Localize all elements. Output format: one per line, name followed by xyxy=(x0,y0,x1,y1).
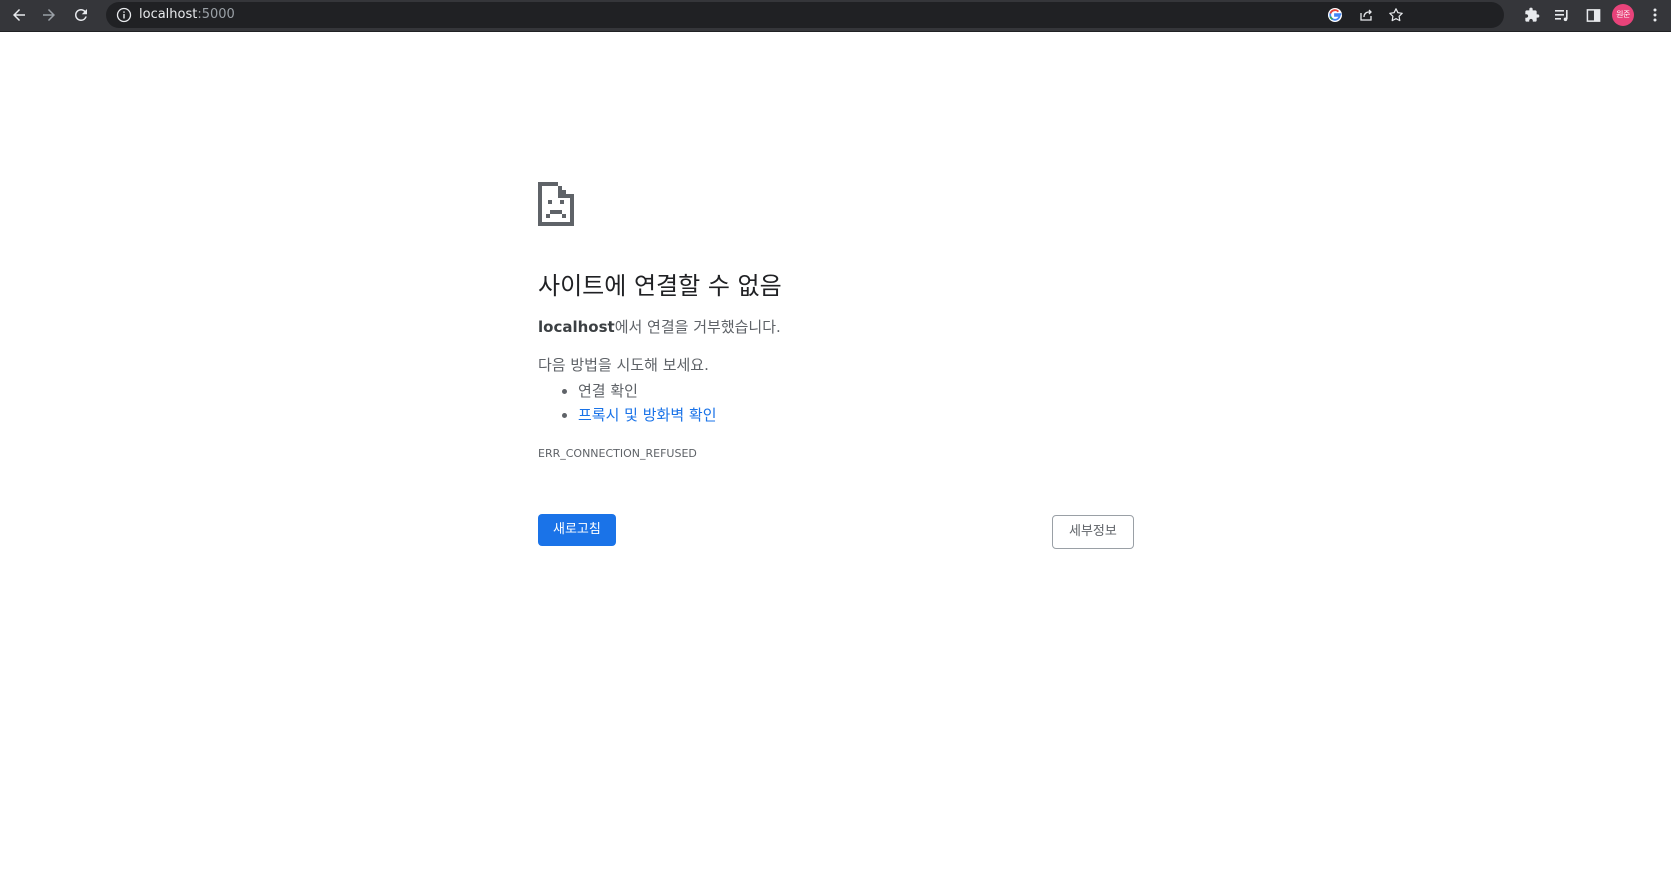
side-panel-button[interactable] xyxy=(1581,3,1605,27)
reload-icon xyxy=(75,8,87,21)
back-icon xyxy=(13,9,25,21)
extensions-button[interactable] xyxy=(1520,3,1544,27)
reading-list-icon xyxy=(1555,10,1568,22)
share-icon[interactable] xyxy=(1358,7,1374,23)
error-page: 사이트에 연결할 수 없음 localhost에서 연결을 거부했습니다. 다음… xyxy=(538,182,1138,550)
proxy-firewall-link[interactable]: 프록시 및 방화벽 확인 xyxy=(578,406,717,424)
forward-icon xyxy=(43,9,55,21)
suggestions-list: 연결 확인 프록시 및 방화벽 확인 xyxy=(538,379,1138,427)
google-icon[interactable] xyxy=(1327,7,1343,23)
menu-icon xyxy=(1653,8,1657,22)
info-icon[interactable] xyxy=(116,7,132,23)
suggestion-check-connection: 연결 확인 xyxy=(578,379,1138,403)
suggestion-check-proxy-firewall[interactable]: 프록시 및 방화벽 확인 xyxy=(578,403,1138,427)
profile-avatar[interactable]: 원준 xyxy=(1612,4,1634,26)
details-button[interactable]: 세부정보 xyxy=(1052,515,1134,549)
url-port: :5000 xyxy=(197,7,235,22)
address-bar[interactable]: localhost:5000 xyxy=(106,2,1504,28)
forward-button[interactable] xyxy=(37,3,61,27)
error-heading: 사이트에 연결할 수 없음 xyxy=(538,272,782,300)
reload-page-button[interactable]: 새로고침 xyxy=(538,514,616,546)
browser-toolbar: localhost:5000 원준 xyxy=(0,0,1671,31)
side-panel-icon xyxy=(1586,8,1600,22)
url-host: localhost xyxy=(139,7,198,22)
error-code: ERR_CONNECTION_REFUSED xyxy=(538,447,697,460)
extensions-icon xyxy=(1525,7,1540,22)
url-text[interactable]: localhost:5000 xyxy=(139,7,235,23)
back-button[interactable] xyxy=(7,3,31,27)
reading-list-button[interactable] xyxy=(1550,3,1574,27)
error-message: localhost에서 연결을 거부했습니다. xyxy=(538,317,1138,337)
button-row: 새로고침 세부정보 xyxy=(538,514,1138,550)
error-message-suffix: 에서 연결을 거부했습니다. xyxy=(614,318,781,336)
menu-button[interactable] xyxy=(1643,3,1667,27)
reload-button[interactable] xyxy=(69,3,93,27)
error-host: localhost xyxy=(538,318,615,336)
star-icon[interactable] xyxy=(1388,7,1404,23)
suggestions-intro: 다음 방법을 시도해 보세요. xyxy=(538,356,709,374)
sad-page-icon xyxy=(538,182,574,226)
